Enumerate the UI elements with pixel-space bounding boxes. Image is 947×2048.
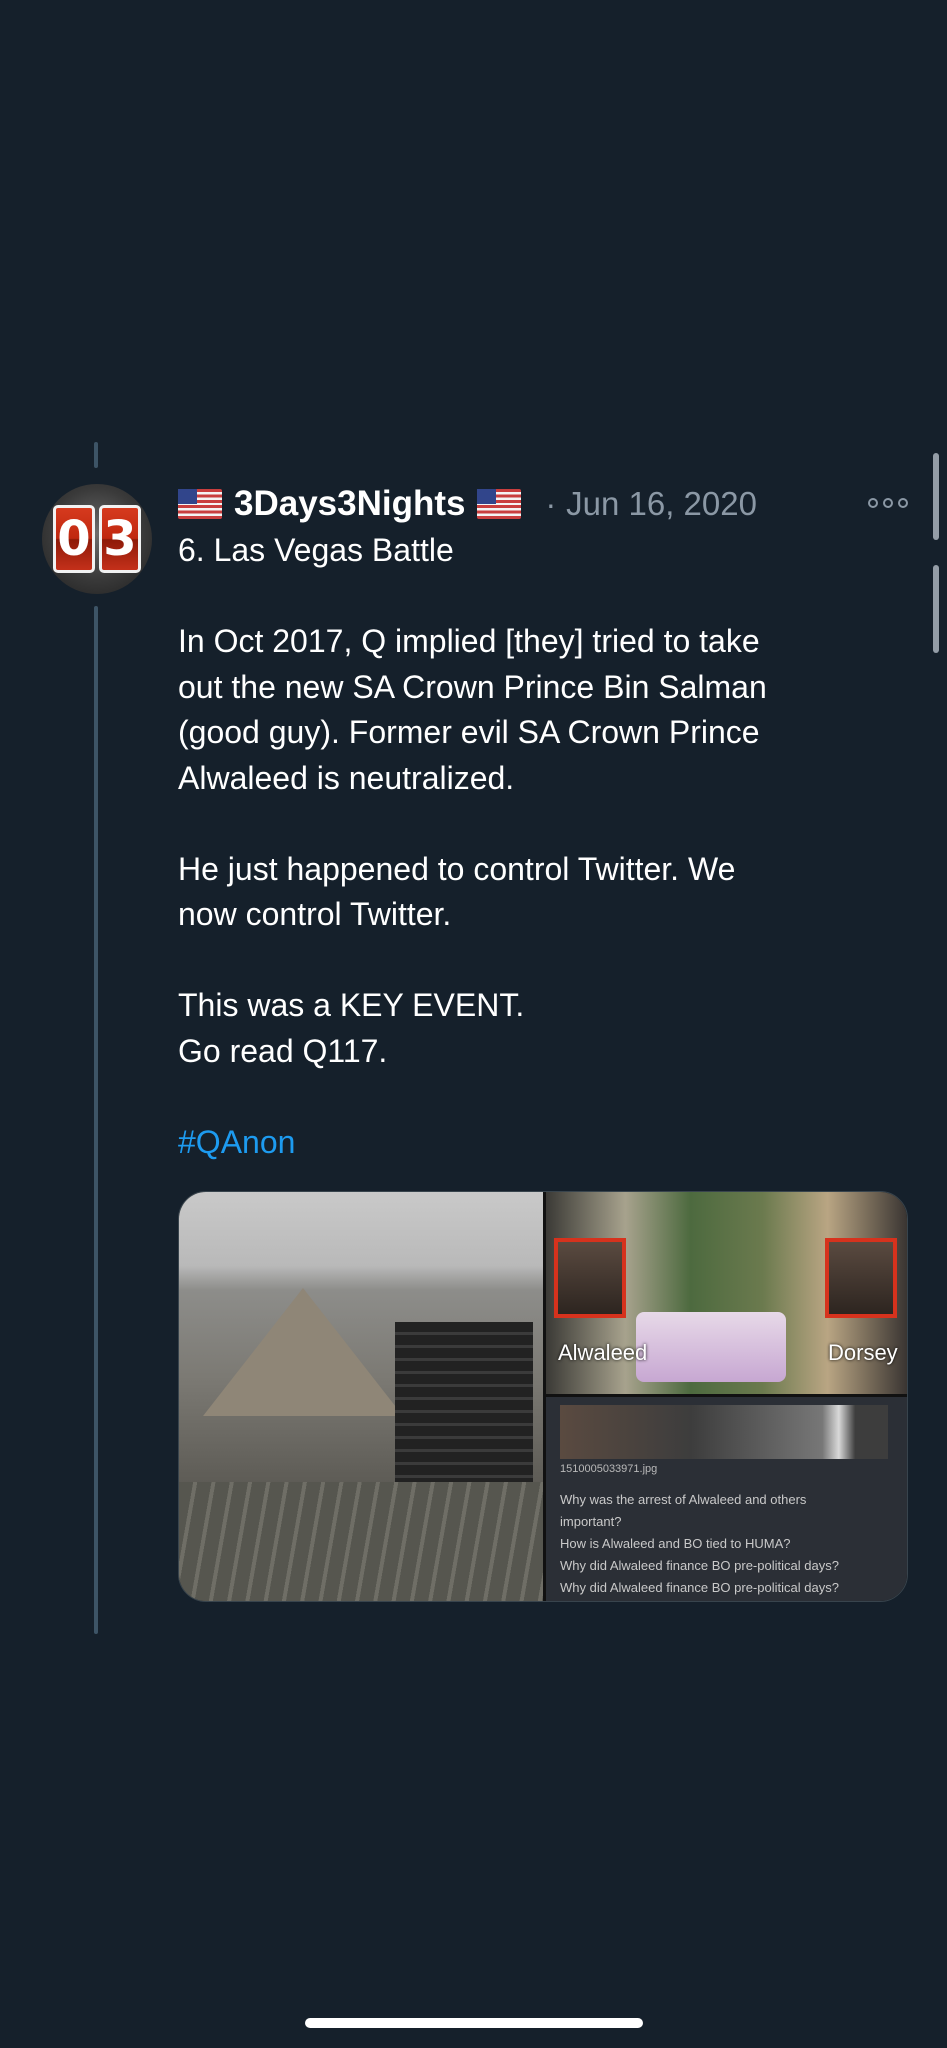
separator-dot: · <box>545 485 557 522</box>
avatar-digit-card: 3 <box>99 505 141 573</box>
screenshot-filename: 1510005033971.jpg <box>560 1463 658 1475</box>
screenshot-thumbnail <box>560 1405 888 1459</box>
tweet-line: Alwaleed is neutralized. <box>178 759 515 796</box>
highlight-box-left <box>554 1238 626 1318</box>
tweet-line: (good guy). Former evil SA Crown Prince <box>178 714 760 750</box>
highlight-box-right <box>825 1238 897 1318</box>
tweet-date[interactable]: Jun 16, 2020 <box>566 485 757 523</box>
question-line: Why did Alwaleed finance BO pre-politica… <box>560 1558 839 1573</box>
avatar-digit-card: 0 <box>53 505 95 573</box>
tweet-media[interactable]: Alwaleed Dorsey 1510005033971.jpg Why wa… <box>178 1191 908 1602</box>
tweet-line: 6. Las Vegas Battle <box>178 532 454 568</box>
scrollbar-thumb[interactable] <box>933 453 939 540</box>
more-options-icon[interactable] <box>868 493 908 513</box>
scrollbar-thumb-secondary[interactable] <box>933 565 939 653</box>
hashtag-link[interactable]: #QAnon <box>178 1120 898 1166</box>
us-flag-icon <box>178 489 222 519</box>
photo-label-left: Alwaleed <box>558 1340 648 1365</box>
display-name[interactable]: 3Days3Nights <box>234 484 465 524</box>
question-line: Why was the arrest of Alwaleed and other… <box>560 1492 807 1507</box>
tweet-line: out the new SA Crown Prince Bin Salman <box>178 668 767 705</box>
tweet-line: This was a KEY EVENT. <box>178 987 525 1023</box>
us-flag-icon <box>477 489 522 519</box>
media-photo-screenshot[interactable]: 1510005033971.jpg Why was the arrest of … <box>546 1397 907 1601</box>
dinner-table <box>636 1312 786 1382</box>
photo-label-right: Dorsey <box>828 1340 898 1365</box>
thread-line-top <box>94 442 98 468</box>
city-ground <box>179 1482 543 1601</box>
thread-line-bottom <box>94 606 98 1634</box>
tweet-line: now control Twitter. <box>178 896 452 932</box>
tweet-text: 6. Las Vegas Battle In Oct 2017, Q impli… <box>178 528 898 1165</box>
tweet-header: 3Days3Nights · Jun 16, 2020 <box>178 476 757 532</box>
avatar[interactable]: 0 3 <box>42 484 152 594</box>
tweet-line: He just happened to control Twitter. We <box>178 850 736 887</box>
question-line: important? <box>560 1514 622 1529</box>
tweet-line: Go read Q117. <box>178 1032 388 1069</box>
media-right-column: Alwaleed Dorsey 1510005033971.jpg Why wa… <box>546 1192 907 1601</box>
question-line: How is Alwaleed and BO tied to HUMA? <box>560 1536 791 1551</box>
question-line: Why did Alwaleed finance BO pre-politica… <box>560 1580 839 1595</box>
pyramid-building <box>203 1288 403 1416</box>
tweet-line: In Oct 2017, Q implied [they] tried to t… <box>178 623 760 659</box>
home-indicator[interactable] <box>305 2018 643 2028</box>
media-photo-las-vegas[interactable] <box>179 1192 543 1601</box>
screenshot-questions: Why was the arrest of Alwaleed and other… <box>560 1489 890 1599</box>
hotel-tower <box>395 1322 533 1482</box>
media-photo-dinner[interactable]: Alwaleed Dorsey <box>546 1192 907 1394</box>
